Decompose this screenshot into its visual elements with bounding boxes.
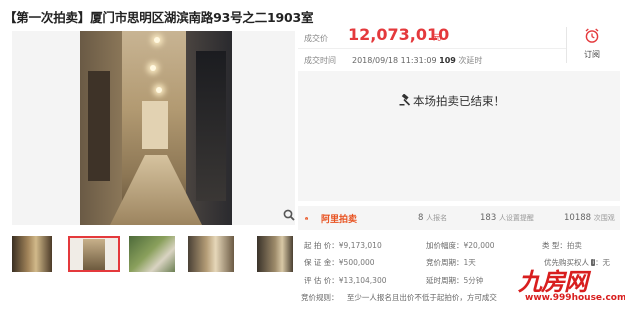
thumbnail-1[interactable] bbox=[12, 236, 52, 272]
rule-text: 至少一人报名且出价不低于起拍价，方可成交 bbox=[346, 293, 497, 302]
divider bbox=[298, 48, 566, 49]
delay-label: 延时周期： bbox=[426, 276, 464, 285]
deposit-row: 保 证 金：¥500,000 bbox=[304, 257, 375, 268]
thumbnail-strip bbox=[12, 236, 295, 274]
thumbnail-5[interactable] bbox=[257, 236, 293, 272]
extension-count: 109 bbox=[439, 56, 456, 65]
period-label: 竞价周期： bbox=[426, 258, 464, 267]
deal-time-label: 成交时间 bbox=[304, 56, 336, 65]
increment-label: 加价幅度： bbox=[426, 241, 464, 250]
thumbnail-3[interactable] bbox=[129, 236, 175, 272]
increment: ¥20,000 bbox=[463, 241, 495, 250]
price-unit: 元 bbox=[433, 33, 441, 42]
views-stat: 10188 次围观 bbox=[564, 213, 615, 223]
thumbnail-4[interactable] bbox=[188, 236, 234, 272]
increment-row: 加价幅度：¥20,000 bbox=[426, 240, 495, 251]
period-row: 竞价周期：1天 bbox=[426, 257, 476, 268]
subscribe-label: 订阅 bbox=[584, 50, 600, 59]
registrants-stat: 8 人报名 bbox=[418, 213, 447, 223]
price-label: 成交价 bbox=[304, 34, 328, 43]
deal-time: 2018/09/18 11:31:09 109 次延时 bbox=[352, 55, 482, 66]
auction-ended-text: 本场拍卖已结束！ bbox=[413, 94, 505, 108]
type-row: 类 型：拍卖 bbox=[542, 240, 582, 251]
main-photo[interactable] bbox=[12, 31, 295, 225]
extension-unit: 次延时 bbox=[458, 56, 483, 65]
ali-auction-logo: a bbox=[305, 217, 308, 220]
deposit-label: 保 证 金： bbox=[304, 258, 339, 267]
type-value: 拍卖 bbox=[566, 241, 582, 250]
start-price-row: 起 拍 价：¥9,173,010 bbox=[304, 240, 382, 251]
delay: 5分钟 bbox=[463, 276, 484, 285]
registrants-count: 8 bbox=[418, 213, 424, 223]
start-price-label: 起 拍 价： bbox=[304, 241, 339, 250]
delay-row: 延时周期：5分钟 bbox=[426, 275, 483, 286]
divider bbox=[566, 27, 567, 63]
views-unit: 次围观 bbox=[593, 214, 615, 222]
start-price: ¥9,173,010 bbox=[338, 241, 382, 250]
watermark-url: www.999house.com bbox=[525, 293, 625, 303]
priority-value: ：无 bbox=[595, 258, 611, 267]
period: 1天 bbox=[463, 258, 476, 267]
reminders-unit: 人设置提醒 bbox=[498, 214, 534, 222]
corridor-photo bbox=[80, 31, 232, 225]
views-count: 10188 bbox=[564, 213, 592, 223]
bidding-rule-row: 竞价规则： 至少一人报名且出价不低于起拍价，方可成交 bbox=[301, 292, 497, 303]
appraisal: ¥13,104,300 bbox=[338, 276, 387, 285]
watermark-logo: 九房网 bbox=[518, 268, 588, 296]
reminders-stat: 183 人设置提醒 bbox=[480, 213, 534, 223]
thumbnail-2[interactable] bbox=[68, 236, 120, 272]
appraisal-label: 评 估 价： bbox=[304, 276, 339, 285]
appraisal-row: 评 估 价：¥13,104,300 bbox=[304, 275, 387, 286]
zoom-icon[interactable] bbox=[283, 209, 295, 221]
type-label: 类 型： bbox=[542, 241, 567, 250]
registrants-unit: 人报名 bbox=[426, 214, 448, 222]
page-title: 【第一次拍卖】厦门市思明区湖滨南路93号之二1903室 bbox=[4, 10, 314, 25]
deposit: ¥500,000 bbox=[338, 258, 375, 267]
subscribe-button[interactable]: 订阅 bbox=[570, 27, 614, 60]
deal-datetime: 2018/09/18 11:31:09 bbox=[352, 56, 437, 65]
reminders-count: 183 bbox=[480, 213, 497, 223]
status-panel bbox=[298, 71, 620, 201]
rule-label: 竞价规则： bbox=[301, 293, 339, 302]
alarm-clock-icon bbox=[585, 28, 599, 43]
platform-name: 阿里拍卖 bbox=[321, 215, 358, 225]
